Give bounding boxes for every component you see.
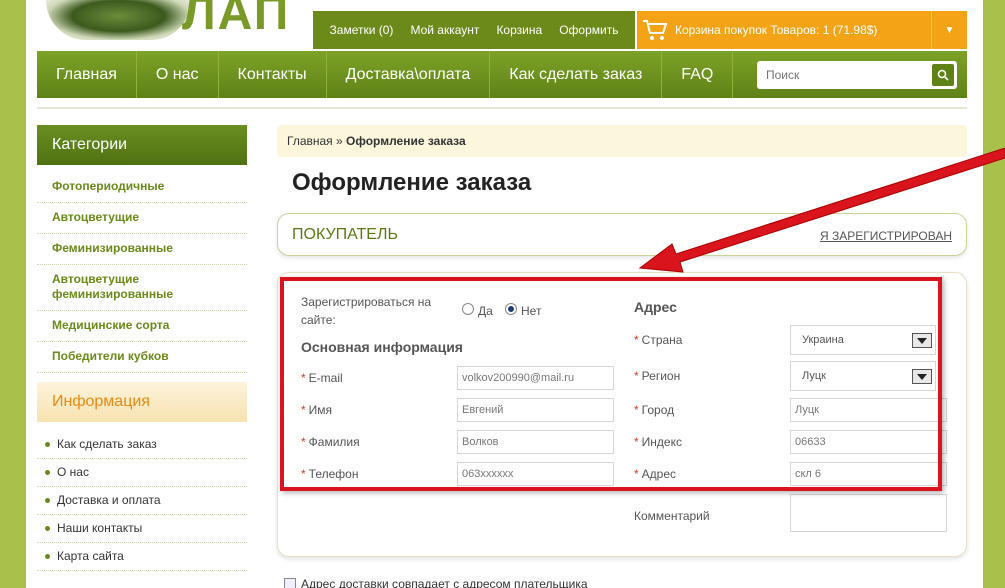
nav-how-to-order[interactable]: Как сделать заказ xyxy=(490,51,663,98)
account-link[interactable]: Мой аккаунт xyxy=(410,23,479,37)
cart-link[interactable]: Корзина xyxy=(496,23,542,37)
categories-list: Фотопериодичные Автоцветущие Феминизиров… xyxy=(37,172,247,373)
cart-summary: Корзина покупок Товаров: 1 (71.98$) xyxy=(675,23,878,37)
nav-home[interactable]: Главная xyxy=(37,51,137,98)
search-input[interactable] xyxy=(757,62,932,88)
highlight-frame xyxy=(280,277,942,491)
chevron-down-icon[interactable]: ▼ xyxy=(931,11,967,49)
category-item[interactable]: Медицинские сорта xyxy=(37,311,247,342)
comment-label: Комментарий xyxy=(634,509,710,523)
main-nav: Главная О нас Контакты Доставка\оплата К… xyxy=(37,51,967,98)
category-item[interactable]: Победители кубков xyxy=(37,342,247,373)
info-item[interactable]: Как сделать заказ xyxy=(37,431,247,459)
page: ЛАП Заметки (0) Мой аккаунт Корзина Офор… xyxy=(26,0,983,588)
info-item[interactable]: Доставка и оплата xyxy=(37,487,247,515)
information-list: Как сделать заказ О нас Доставка и оплат… xyxy=(37,431,247,571)
shopping-cart-icon xyxy=(637,11,673,49)
info-item[interactable]: Наши контакты xyxy=(37,515,247,543)
page-title: Оформление заказа xyxy=(292,169,532,196)
info-item[interactable]: О нас xyxy=(37,459,247,487)
breadcrumb-separator: » xyxy=(332,134,347,148)
information-title: Информация xyxy=(37,382,247,422)
categories-title: Категории xyxy=(37,125,247,165)
logo-image[interactable] xyxy=(46,0,191,40)
breadcrumb: Главная » Оформление заказа xyxy=(277,125,967,157)
search-box xyxy=(757,61,957,89)
left-background-stripe xyxy=(0,0,26,588)
header-divider xyxy=(37,107,967,109)
same-address-checkbox[interactable] xyxy=(284,578,296,588)
search-icon xyxy=(937,69,949,81)
category-item[interactable]: Автоцветущие xyxy=(37,203,247,234)
info-item[interactable]: Карта сайта xyxy=(37,543,247,571)
buyer-section-header: ПОКУПАТЕЛЬ Я ЗАРЕГИСТРИРОВАН xyxy=(277,213,967,256)
comment-textarea[interactable] xyxy=(790,494,947,532)
right-background-stripe xyxy=(983,0,1005,588)
search-button[interactable] xyxy=(932,64,954,86)
logo-text[interactable]: ЛАП xyxy=(182,0,290,41)
cart-widget[interactable]: Корзина покупок Товаров: 1 (71.98$) ▼ xyxy=(637,11,967,49)
nav-contacts[interactable]: Контакты xyxy=(219,51,327,98)
nav-faq[interactable]: FAQ xyxy=(662,51,734,98)
category-item[interactable]: Автоцветущие феминизированные xyxy=(37,265,247,311)
buyer-title: ПОКУПАТЕЛЬ xyxy=(292,226,398,243)
checkout-link[interactable]: Оформить xyxy=(559,23,618,37)
notes-link[interactable]: Заметки (0) xyxy=(330,23,394,37)
nav-delivery[interactable]: Доставка\оплата xyxy=(327,51,491,98)
breadcrumb-home[interactable]: Главная xyxy=(287,134,333,148)
top-user-links: Заметки (0) Мой аккаунт Корзина Оформить xyxy=(313,11,635,49)
breadcrumb-current: Оформление заказа xyxy=(346,134,466,148)
nav-about[interactable]: О нас xyxy=(137,51,219,98)
category-item[interactable]: Фотопериодичные xyxy=(37,172,247,203)
same-address-label: Адрес доставки совпадает с адресом плате… xyxy=(301,577,588,588)
already-registered-link[interactable]: Я ЗАРЕГИСТРИРОВАН xyxy=(820,229,952,243)
category-item[interactable]: Феминизированные xyxy=(37,234,247,265)
